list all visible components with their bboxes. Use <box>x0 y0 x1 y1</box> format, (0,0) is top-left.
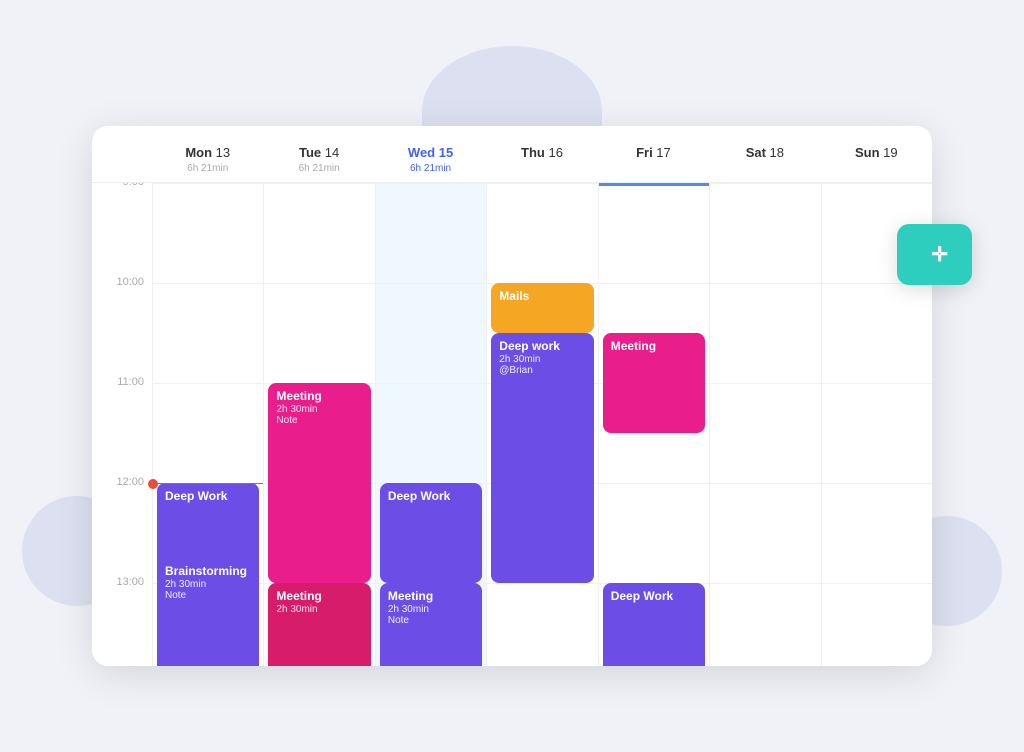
event-tue-meeting2[interactable]: Meeting2h 30min <box>268 583 370 666</box>
calendar-body: 9:0010:0011:0012:0013:00 Deep Work Brains… <box>92 183 932 666</box>
hour-line <box>376 283 486 284</box>
day-name: Fri 17 <box>602 144 705 162</box>
event-detail: 2h 30minNote <box>165 579 251 601</box>
day-column-wed15: Deep Work Meeting2h 30minNote <box>375 183 486 666</box>
event-tue-meeting1[interactable]: Meeting2h 30minNote <box>268 383 370 583</box>
event-title: Deep Work <box>165 489 251 503</box>
day-header-mon13[interactable]: Mon 13 6h 21min <box>152 136 263 182</box>
event-title: Meeting <box>611 339 697 353</box>
hour-line <box>376 383 486 384</box>
event-title: Deep work <box>499 339 585 353</box>
hour-line <box>710 283 820 284</box>
hour-line <box>153 283 263 284</box>
deep-work-floating-card[interactable]: ✛ <box>897 224 972 285</box>
hour-line <box>264 283 374 284</box>
day-header-wed15[interactable]: Wed 15 6h 21min <box>375 136 486 182</box>
event-detail: 2h 30minNote <box>276 404 362 426</box>
event-thu-mails[interactable]: Mails <box>491 283 593 333</box>
calendar-header: Mon 13 6h 21min Tue 14 6h 21min Wed 15 6… <box>92 126 932 183</box>
time-label-1200: 12:00 <box>92 476 152 576</box>
day-hours: 6h 21min <box>156 163 259 174</box>
event-title: Meeting <box>388 589 474 603</box>
event-title: Meeting <box>276 389 362 403</box>
day-header-sat18[interactable]: Sat 18 <box>709 136 820 182</box>
today-bar <box>599 183 709 186</box>
day-hours: 6h 21min <box>267 163 370 174</box>
hour-line <box>153 383 263 384</box>
move-icon: ✛ <box>931 242 948 267</box>
event-title: Brainstorming <box>165 564 251 578</box>
day-name: Thu 16 <box>490 144 593 162</box>
hour-line <box>487 183 597 184</box>
hour-line <box>599 483 709 484</box>
hour-line <box>599 283 709 284</box>
current-time-line <box>153 483 263 484</box>
hour-line <box>710 183 820 184</box>
hour-line <box>487 583 597 584</box>
hour-line <box>710 483 820 484</box>
event-fri-deepwork[interactable]: Deep Work <box>603 583 705 666</box>
hour-line <box>822 583 932 584</box>
day-column-sat18 <box>709 183 820 666</box>
hour-line <box>822 483 932 484</box>
day-header-sun19[interactable]: Sun 19 <box>821 136 932 182</box>
event-detail: 2h 30min <box>276 604 362 615</box>
day-column-thu16: Mails Deep work2h 30min@Brian <box>486 183 597 666</box>
hour-line <box>710 583 820 584</box>
hour-line <box>153 183 263 184</box>
event-mon-brainstorming[interactable]: Brainstorming2h 30minNote <box>157 558 259 666</box>
day-name: Wed 15 <box>379 144 482 162</box>
hour-line <box>822 183 932 184</box>
hour-line <box>822 383 932 384</box>
time-gutter: 9:0010:0011:0012:0013:00 <box>92 183 152 666</box>
day-hours: 6h 21min <box>379 163 482 174</box>
event-title: Deep Work <box>611 589 697 603</box>
event-wed-meeting[interactable]: Meeting2h 30minNote <box>380 583 482 666</box>
time-label-1300: 13:00 <box>92 576 152 666</box>
day-name: Mon 13 <box>156 144 259 162</box>
time-label-1000: 10:00 <box>92 276 152 376</box>
time-label-1100: 11:00 <box>92 376 152 476</box>
day-name: Sat 18 <box>713 144 816 162</box>
event-thu-deepwork[interactable]: Deep work2h 30min@Brian <box>491 333 593 583</box>
event-title: Mails <box>499 289 585 303</box>
time-label-900: 9:00 <box>92 183 152 276</box>
event-title: Deep Work <box>388 489 474 503</box>
time-gutter-header <box>92 136 152 182</box>
event-title: Meeting <box>276 589 362 603</box>
calendar-card: Mon 13 6h 21min Tue 14 6h 21min Wed 15 6… <box>92 126 932 666</box>
day-header-thu16[interactable]: Thu 16 <box>486 136 597 182</box>
event-wed-deepwork[interactable]: Deep Work <box>380 483 482 583</box>
outer-container: ✛ Mon 13 6h 21min Tue 14 6h 21min Wed 15… <box>62 66 962 686</box>
hour-line <box>376 183 486 184</box>
hour-line <box>710 383 820 384</box>
day-column-mon13: Deep Work Brainstorming2h 30minNote <box>152 183 263 666</box>
hour-line <box>264 183 374 184</box>
day-header-tue14[interactable]: Tue 14 6h 21min <box>263 136 374 182</box>
event-fri-meeting[interactable]: Meeting <box>603 333 705 433</box>
event-detail: 2h 30min@Brian <box>499 354 585 376</box>
current-time-dot <box>148 479 158 489</box>
day-header-fri17[interactable]: Fri 17 <box>598 136 709 182</box>
event-detail: 2h 30minNote <box>388 604 474 626</box>
day-column-fri17: Meeting Deep Work <box>598 183 709 666</box>
day-column-tue14: Meeting2h 30minNoteMeeting2h 30min <box>263 183 374 666</box>
day-name: Tue 14 <box>267 144 370 162</box>
day-name: Sun 19 <box>825 144 928 162</box>
